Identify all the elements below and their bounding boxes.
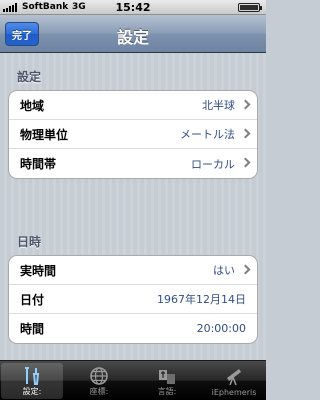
row-label: 実時間 [20, 263, 57, 278]
row-label: 物理単位 [20, 127, 69, 142]
navigation-bar: 完了 設定 [0, 15, 266, 53]
status-bar: SoftBank 3G 15:42 [0, 0, 266, 15]
globe-icon [90, 367, 108, 385]
row-label: 時間帯 [20, 157, 57, 171]
tab-coordinates[interactable]: 座標: [68, 363, 130, 399]
row-realtime[interactable]: 実時間 はい [9, 256, 257, 285]
settings-group: 地域 北半球 物理単位 メートル法 時間帯 ローカル [8, 90, 258, 179]
chevron-right-icon [240, 128, 251, 139]
telescope-icon [227, 369, 241, 386]
row-value: 北半球 [202, 99, 235, 112]
tab-language[interactable]: 言語: [136, 363, 198, 399]
tab-label: iEphemeris [211, 388, 257, 397]
datetime-group: 実時間 はい 日付 1967年12月14日 時間 20:00:00 [8, 255, 258, 344]
tab-settings[interactable]: 設定: [1, 363, 63, 399]
tab-label: 言語: [157, 387, 177, 396]
row-units[interactable]: 物理単位 メートル法 [9, 120, 257, 149]
row-value: はい [213, 264, 235, 277]
chevron-right-icon [240, 99, 251, 110]
chevron-right-icon [240, 157, 251, 168]
tab-label: 座標: [89, 387, 109, 396]
section-header-datetime: 日時 [17, 235, 42, 249]
tools-icon [25, 367, 40, 385]
row-label: 時間 [20, 322, 45, 336]
done-button[interactable]: 完了 [5, 22, 39, 46]
row-value: メートル法 [180, 128, 235, 141]
tab-bar: 設定: 座標: 言語: iEphemeris [0, 360, 266, 400]
status-clock: 15:42 [115, 1, 151, 14]
language-icon [159, 370, 175, 384]
row-label: 地域 [20, 98, 45, 113]
page-title: 設定 [116, 28, 149, 47]
tab-iephemeris[interactable]: iEphemeris [203, 363, 265, 399]
section-header-settings: 設定 [17, 70, 42, 84]
row-region[interactable]: 地域 北半球 [9, 91, 257, 120]
battery-icon [238, 3, 262, 12]
row-value: ローカル [191, 157, 235, 171]
tab-label: 設定: [22, 387, 42, 396]
row-date[interactable]: 日付 1967年12月14日 [9, 285, 257, 314]
row-timezone[interactable]: 時間帯 ローカル [9, 149, 257, 178]
row-value: 20:00:00 [196, 322, 246, 335]
row-label: 日付 [20, 292, 45, 307]
row-value: 1967年12月14日 [157, 293, 246, 306]
screen: SoftBank 3G 15:42 完了 設定 設定 地域 北半球 物理単位 メ… [0, 0, 266, 400]
chevron-right-icon [240, 264, 251, 275]
row-time[interactable]: 時間 20:00:00 [9, 314, 257, 343]
